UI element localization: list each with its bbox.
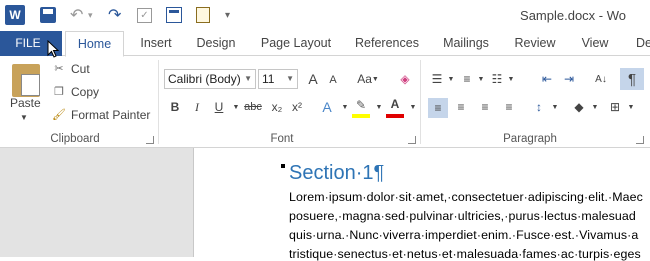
tab-view[interactable]: View (578, 31, 612, 56)
tab-developer[interactable]: De (632, 31, 650, 56)
cut-label: Cut (71, 62, 90, 76)
redo-icon[interactable]: ↷ (108, 5, 121, 25)
title-bar: W ↶ ▾ ↷ ✓ ▾ Sample.docx - Wo (0, 0, 650, 31)
body-text-line[interactable]: quis·urna.·Nunc·viverra·imperdiet·enim.·… (289, 228, 638, 242)
customize-qat-icon[interactable]: ▾ (225, 5, 230, 25)
font-group-label: Font (270, 133, 294, 145)
font-name-dropdown[interactable]: Calibri (Body) ▼ (164, 69, 256, 89)
copy-button[interactable]: ❐ Copy (52, 85, 99, 99)
highlight-color-swatch (352, 114, 370, 118)
subscript-button[interactable]: x₂ (268, 98, 286, 116)
align-right-icon[interactable]: ≡ (476, 98, 494, 116)
print-layout-icon[interactable] (166, 7, 182, 23)
tab-insert[interactable]: Insert (136, 31, 176, 56)
text-effects-button[interactable]: A (318, 98, 336, 116)
copy-icon: ❐ (54, 86, 64, 98)
divider (158, 60, 159, 144)
body-text-line[interactable]: tristique·senectus·et·netus·et·malesuada… (289, 247, 641, 261)
font-color-swatch (386, 114, 404, 118)
document-title: Sample.docx - Wo (520, 8, 626, 23)
ribbon-home: Paste ▼ ✂ Cut ❐ Copy 🖌 Format Painter Cl… (0, 56, 650, 148)
clipboard-launcher-icon[interactable] (146, 136, 154, 144)
body-text-line[interactable]: posuere,·magna·sed·pulvinar·ultricies,·p… (289, 209, 636, 223)
chevron-down-icon: ▼ (244, 74, 252, 83)
borders-dropdown-icon[interactable]: ▼ (622, 98, 640, 116)
grow-font-button[interactable]: A (304, 70, 322, 88)
justify-icon[interactable]: ≡ (500, 98, 518, 116)
section-heading[interactable]: Section·1¶ (289, 162, 384, 185)
italic-button[interactable]: I (188, 98, 206, 116)
spelling-check-icon[interactable]: ✓ (137, 8, 152, 23)
font-size-value: 11 (262, 72, 275, 86)
copy-label: Copy (71, 85, 100, 99)
ribbon-tabs: FILE Home Insert Design Page Layout Refe… (0, 31, 650, 57)
chevron-down-icon: ▼ (371, 75, 379, 83)
tab-home[interactable]: Home (65, 31, 124, 57)
chevron-down-icon: ▼ (286, 74, 294, 83)
new-document-icon[interactable] (196, 7, 210, 23)
tab-design[interactable]: Design (193, 31, 239, 56)
change-case-button[interactable]: Aa ▼ (354, 70, 382, 88)
increase-indent-icon[interactable]: ⇥ (560, 70, 578, 88)
scissors-icon: ✂ (54, 63, 64, 75)
mouse-cursor-icon (47, 40, 60, 58)
align-left-icon[interactable]: ≡ (428, 98, 448, 118)
multilevel-dropdown-icon[interactable]: ▼ (502, 70, 520, 88)
sort-icon[interactable]: A↓ (592, 70, 610, 88)
shading-dropdown-icon[interactable]: ▼ (586, 98, 604, 116)
paragraph-launcher-icon[interactable] (636, 136, 644, 144)
clear-formatting-icon[interactable]: ◈ (396, 70, 414, 88)
font-name-value: Calibri (Body) (168, 72, 241, 86)
tab-references[interactable]: References (352, 31, 422, 56)
strikethrough-button[interactable]: abc (242, 98, 264, 116)
text-boundary-mark (281, 164, 285, 168)
body-text-line[interactable]: Lorem·ipsum·dolor·sit·amet,·consectetuer… (289, 190, 643, 204)
cut-button[interactable]: ✂ Cut (52, 62, 90, 76)
paste-dropdown-icon[interactable]: ▼ (20, 113, 28, 122)
paintbrush-icon: 🖌 (52, 109, 66, 121)
shrink-font-button[interactable]: A (324, 71, 342, 89)
highlighter-icon[interactable]: ✎ (352, 96, 370, 114)
paragraph-group-label: Paragraph (503, 133, 557, 145)
tab-mailings[interactable]: Mailings (438, 31, 494, 56)
undo-icon[interactable]: ↶ (70, 5, 83, 25)
paste-label[interactable]: Paste (10, 96, 41, 110)
clipboard-group-label: Clipboard (50, 133, 100, 145)
show-formatting-marks-button[interactable]: ¶ (620, 68, 644, 90)
format-painter-button[interactable]: 🖌 Format Painter (52, 108, 150, 122)
underline-button[interactable]: U (210, 98, 228, 116)
tab-page-layout[interactable]: Page Layout (258, 31, 334, 56)
font-color-button[interactable]: A (386, 95, 404, 113)
word-app-icon[interactable]: W (5, 5, 25, 25)
font-size-dropdown[interactable]: 11 ▼ (258, 69, 298, 89)
divider (420, 60, 421, 144)
save-icon[interactable] (40, 7, 56, 23)
line-spacing-dropdown-icon[interactable]: ▼ (546, 98, 564, 116)
bold-button[interactable]: B (166, 98, 184, 116)
undo-dropdown-icon[interactable]: ▾ (88, 5, 93, 25)
paste-icon[interactable] (12, 64, 40, 97)
font-launcher-icon[interactable] (408, 136, 416, 144)
tab-review[interactable]: Review (512, 31, 558, 56)
change-case-label: Aa (357, 72, 372, 86)
format-painter-label: Format Painter (71, 108, 151, 122)
superscript-button[interactable]: x² (288, 98, 306, 116)
decrease-indent-icon[interactable]: ⇤ (538, 70, 556, 88)
align-center-icon[interactable]: ≡ (452, 98, 470, 116)
